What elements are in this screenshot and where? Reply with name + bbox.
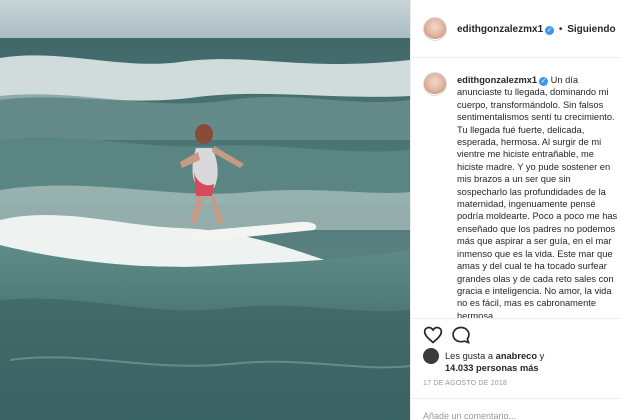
post-photo[interactable] <box>0 0 410 420</box>
avatar[interactable] <box>423 17 447 41</box>
caption-comment: edithgonzalezmx1 ✓ Un día anunciaste tu l… <box>423 72 620 352</box>
heart-icon[interactable] <box>423 325 443 345</box>
likes-count-link[interactable]: 14.033 personas más <box>445 363 539 373</box>
caption-body: Un día anunciaste tu llegada, dominando … <box>457 75 618 321</box>
likes-prefix: Les gusta a <box>445 351 496 361</box>
following-button[interactable]: Siguiendo <box>567 24 615 35</box>
surf-scene-image <box>0 0 410 420</box>
username-link[interactable]: edithgonzalezmx1 <box>457 24 543 35</box>
verified-badge-icon: ✓ <box>539 77 549 86</box>
likes-text: Les gusta a anabreco y 14.033 personas m… <box>445 350 605 374</box>
post-date: 17 DE AGOSTO DE 2018 <box>423 380 508 387</box>
likes-middle: y <box>537 351 545 361</box>
comment-bubble-icon[interactable] <box>451 325 471 345</box>
post-actions-bar <box>411 318 620 348</box>
add-comment-input[interactable]: Añade un comentario... <box>423 411 516 420</box>
caption-text: edithgonzalezmx1 ✓ Un día anunciaste tu l… <box>457 74 620 322</box>
liker-username-link[interactable]: anabreco <box>496 351 537 361</box>
verified-badge-icon: ✓ <box>545 26 555 35</box>
caption-username-link[interactable]: edithgonzalezmx1 <box>457 75 537 85</box>
add-comment-area[interactable]: Añade un comentario... <box>411 398 620 420</box>
post-side-panel: edithgonzalezmx1 ✓ • Siguiendo edithgonza… <box>410 0 620 420</box>
header-line: edithgonzalezmx1 ✓ • Siguiendo <box>457 24 616 35</box>
separator-dot: • <box>558 24 563 35</box>
liker-avatar[interactable] <box>423 348 439 364</box>
caption-avatar[interactable] <box>423 72 447 96</box>
post-header: edithgonzalezmx1 ✓ • Siguiendo <box>411 0 620 58</box>
